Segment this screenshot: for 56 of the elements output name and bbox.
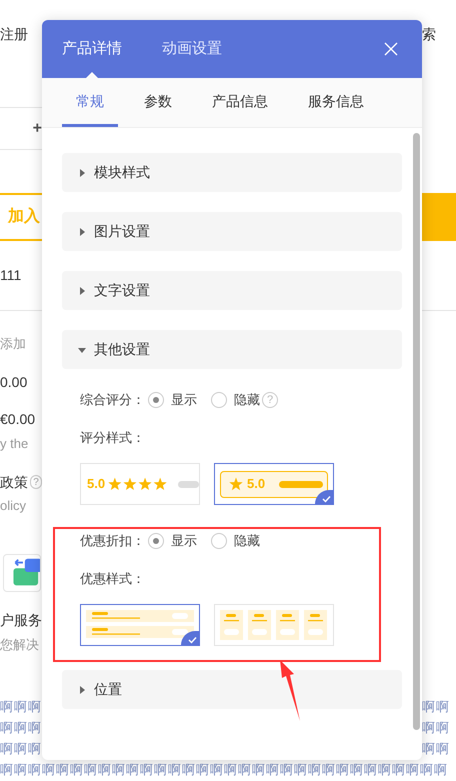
app-icon[interactable] [3,554,41,592]
placeholder-bar [178,480,199,488]
add-icon[interactable]: + [32,120,42,136]
subtab[interactable]: 服务信息 [294,78,378,127]
radio-icon[interactable] [148,392,164,408]
subtab[interactable]: 常规 [62,78,118,127]
pattern-text: 啊啊 [422,740,450,758]
page-text: €0.00 [0,410,36,428]
subtab[interactable]: 产品信息 [198,78,282,127]
collapse-header[interactable]: 位置 [62,670,402,709]
collapse-header[interactable]: 文字设置 [62,271,402,310]
page-text: 111 [0,266,22,285]
radio-option[interactable]: 显示 [148,531,197,551]
collapse-header[interactable]: 图片设置 [62,212,402,251]
collapse-header[interactable]: 其他设置 [62,330,402,369]
caret-right-icon [78,686,86,694]
radio-icon[interactable] [211,533,227,549]
radio-icon[interactable] [211,392,227,408]
setting-label: 综合评分： [80,391,145,410]
radio-option[interactable]: 隐藏 [211,531,260,551]
page-text: 索 [422,24,436,44]
star-icon [229,477,243,491]
caret-right-icon [78,228,86,236]
page-text: 您解决 [0,636,39,654]
pattern-text: 啊啊啊啊啊啊啊啊啊啊啊啊啊啊啊啊啊啊啊啊啊啊啊啊啊啊啊啊啊啊啊啊 [0,761,448,780]
page-text: y the [0,435,28,454]
setting-label: 评分样式： [80,429,145,448]
caret-down-icon [78,346,86,354]
pattern-text: 啊啊啊 [0,718,42,737]
caret-right-icon [78,286,86,294]
collapse-header[interactable]: 模块样式 [62,153,402,192]
page-text: 0.00 [0,372,28,392]
style-option[interactable] [80,604,200,646]
scrollbar-thumb[interactable] [413,133,420,730]
page-text: 注册 [0,24,28,44]
pattern-text: 啊啊 [422,698,450,716]
score-text: 5.0 [247,475,266,494]
score-text: 5.0 [87,475,106,494]
pattern-text: 啊啊 [422,718,450,737]
close-icon[interactable] [384,42,398,56]
radio-option[interactable]: 隐藏 [211,390,260,410]
dialog-tab[interactable]: 动画设置 [162,20,222,78]
page-text: olicy [0,497,26,516]
page-text: 政策 [0,472,28,492]
page-text: 添加 [0,335,26,354]
pattern-text: 啊啊啊 [0,698,42,716]
page-text: 户服务 [0,610,42,630]
pattern-text: 啊啊啊 [0,740,42,758]
radio-option[interactable]: 显示 [148,390,197,410]
subtab[interactable]: 参数 [130,78,186,127]
setting-label: 优惠折扣： [80,532,145,550]
setting-label: 优惠样式： [80,570,145,588]
stars-drawing [108,477,169,491]
radio-icon[interactable] [148,533,164,549]
score-bar [279,480,324,488]
caret-right-icon [78,168,86,176]
